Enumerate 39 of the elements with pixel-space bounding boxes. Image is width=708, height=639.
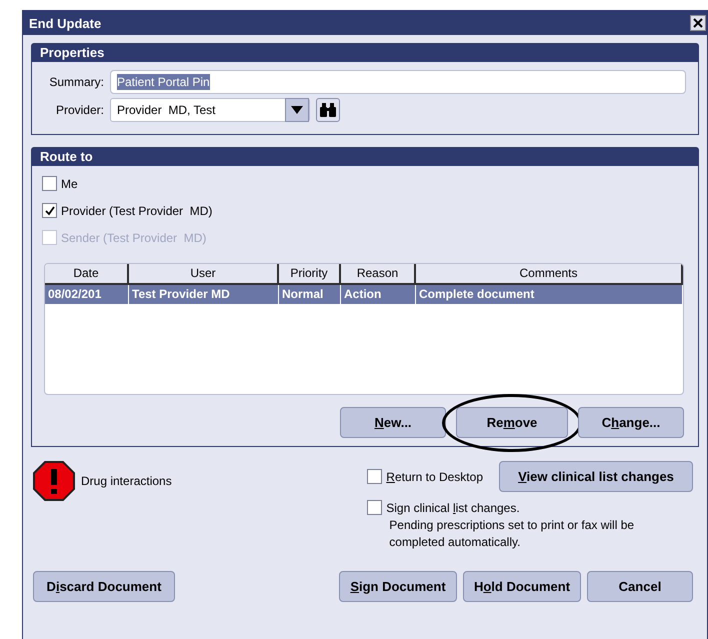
provider-dropdown[interactable]: Provider MD, Test bbox=[110, 98, 310, 122]
note-text: Pending prescriptions set to print or fax will be completed automatically. bbox=[388, 517, 636, 551]
checkbox[interactable] bbox=[42, 203, 57, 218]
alert-text: Drug interactions bbox=[81, 474, 172, 488]
view-changes-button[interactable]: View clinical list changes bbox=[499, 461, 693, 492]
checkbox-label: Me bbox=[61, 176, 78, 190]
table-cell: Test Provider MD bbox=[129, 285, 279, 304]
checkbox-label: Return to Desktop bbox=[386, 470, 483, 484]
panel-title: Route to bbox=[32, 148, 698, 166]
column-header[interactable]: Priority bbox=[279, 264, 341, 285]
route-button[interactable]: Change... bbox=[578, 407, 684, 438]
table-cell: Complete document bbox=[416, 285, 683, 304]
checkbox-label: Sender (Test Provider MD) bbox=[61, 230, 206, 244]
route-button[interactable]: Remove bbox=[456, 407, 568, 438]
column-header[interactable]: Comments bbox=[416, 264, 683, 285]
table-cell: Action bbox=[341, 285, 416, 304]
checkbox[interactable] bbox=[42, 176, 57, 191]
close-button[interactable] bbox=[690, 15, 706, 31]
window-title: End Update bbox=[29, 16, 102, 30]
checkbox-label: Provider (Test Provider MD) bbox=[61, 204, 212, 218]
panel-title: Properties bbox=[32, 44, 698, 62]
checkbox[interactable] bbox=[367, 469, 382, 484]
discard-button[interactable]: Discard Document bbox=[33, 571, 175, 602]
column-header[interactable]: Date bbox=[45, 264, 129, 285]
footer-button[interactable]: Hold Document bbox=[463, 571, 581, 602]
column-header[interactable]: User bbox=[129, 264, 279, 285]
provider-label: Provider: bbox=[54, 103, 104, 117]
route-button[interactable]: New... bbox=[340, 407, 446, 438]
column-header[interactable]: Reason bbox=[341, 264, 416, 285]
checkbox[interactable] bbox=[367, 500, 382, 515]
summary-field[interactable]: Patient Portal Pin bbox=[110, 70, 686, 94]
table-cell: 08/02/201 bbox=[45, 285, 129, 304]
footer-button[interactable]: Sign Document bbox=[339, 571, 457, 602]
footer-button[interactable]: Cancel bbox=[587, 571, 693, 602]
table-cell: Normal bbox=[279, 285, 341, 304]
summary-label: Summary: bbox=[48, 75, 104, 89]
checkbox-label: Sign clinical list changes. bbox=[386, 500, 520, 514]
warning-stop-icon bbox=[33, 461, 77, 501]
binoculars-button[interactable] bbox=[316, 98, 340, 122]
